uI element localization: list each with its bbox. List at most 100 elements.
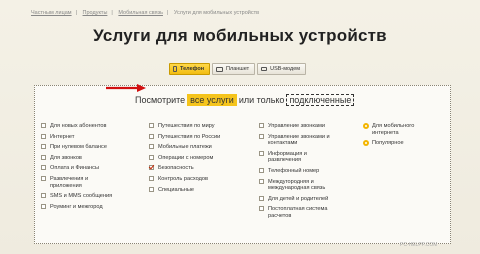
- category-label: Развлечения и приложения: [50, 175, 89, 189]
- breadcrumb-item-private[interactable]: Частным лицам: [31, 10, 72, 16]
- filter-all-services[interactable]: все услуги: [187, 94, 237, 106]
- view-filter: Посмотрите все услуги или только подключ…: [135, 94, 355, 106]
- breadcrumb-item-mobile[interactable]: Мобильная связь: [118, 10, 163, 16]
- checkbox[interactable]: [149, 175, 154, 181]
- checkbox[interactable]: [259, 123, 264, 128]
- checkbox[interactable]: [41, 144, 46, 150]
- category-postpaid[interactable]: Постоплатная система расчетов: [259, 206, 369, 219]
- category-number-operations[interactable]: Операции с номером: [149, 154, 259, 162]
- category-label: Интернет: [50, 133, 75, 140]
- page-background: Частным лицам | Продукты | Мобильная связь…: [0, 0, 480, 254]
- category-popular[interactable]: Популярное: [363, 140, 443, 147]
- category-special[interactable]: Специальные: [149, 186, 259, 194]
- red-arrow-icon: [106, 84, 146, 92]
- category-label: Безопасность: [158, 165, 194, 172]
- checkbox[interactable]: [259, 167, 264, 173]
- usb-modem-icon: [261, 67, 268, 71]
- category-travel-world[interactable]: Путешествия по миру: [149, 123, 259, 130]
- checkbox[interactable]: [41, 203, 46, 209]
- page-title: Услуги для мобильных устройств: [93, 26, 387, 45]
- tab-tablet-label: Планшет: [226, 66, 250, 72]
- checkbox-checked[interactable]: [149, 165, 154, 171]
- services-filter-panel: Посмотрите все услуги или только подключ…: [34, 85, 451, 244]
- checkbox[interactable]: [149, 144, 154, 150]
- watermark: PC-HELPP.COM: [400, 242, 438, 248]
- star-badge-icon: [363, 123, 369, 129]
- category-label: Постоплатная система расчетов: [268, 206, 328, 219]
- category-label: Оплата и Финансы: [50, 165, 99, 172]
- checkbox[interactable]: [259, 195, 264, 201]
- checkbox[interactable]: [41, 175, 46, 181]
- category-travel-russia[interactable]: Путешествия по России: [149, 133, 259, 141]
- breadcrumb: Частным лицам | Продукты | Мобильная связь…: [31, 10, 260, 16]
- checkbox[interactable]: [259, 206, 264, 212]
- tab-usb-modem[interactable]: USB-модем: [257, 63, 307, 75]
- category-mobile-internet[interactable]: Для мобильного интернета: [363, 123, 443, 136]
- tab-phone[interactable]: Телефон: [169, 63, 211, 75]
- breadcrumb-item-current: Услуги для мобильных устройств: [173, 10, 260, 16]
- checkbox[interactable]: [149, 154, 154, 160]
- category-label: SMS и MMS сообщения: [50, 193, 113, 200]
- checkbox[interactable]: [41, 123, 46, 128]
- checkbox[interactable]: [149, 133, 154, 139]
- checkbox[interactable]: [41, 133, 46, 139]
- category-entertainment-apps[interactable]: Развлечения и приложения: [41, 175, 141, 189]
- star-badge-icon: [363, 140, 369, 147]
- category-label: Роуминг и межгород: [50, 203, 103, 210]
- checkbox[interactable]: [259, 178, 264, 184]
- category-zero-balance[interactable]: При нулевом балансе: [41, 144, 141, 151]
- tab-usb-modem-label: USB-модем: [270, 66, 301, 72]
- category-label: Путешествия по России: [158, 133, 221, 140]
- category-label: При нулевом балансе: [50, 144, 107, 151]
- category-label: Мобильные платежи: [158, 144, 212, 151]
- checkbox[interactable]: [41, 165, 46, 171]
- filter-middle: или только: [238, 95, 285, 105]
- category-calls[interactable]: Для звонков: [41, 154, 141, 162]
- category-payments-finance[interactable]: Оплата и Финансы: [41, 165, 141, 172]
- filter-prefix: Посмотрите: [135, 95, 186, 105]
- category-label: Контроль расходов: [158, 175, 208, 182]
- category-calls-contacts[interactable]: Управление звонками и контактами: [259, 133, 369, 147]
- category-label: Управление звонками и контактами: [268, 133, 330, 147]
- category-call-management[interactable]: Управление звонками: [259, 123, 369, 130]
- category-column-2: Путешествия по миру Путешествия по Росси…: [149, 123, 259, 197]
- phone-icon: [173, 66, 177, 72]
- category-column-4: Для мобильного интернета Популярное: [363, 123, 443, 151]
- category-label: Управление звонками: [268, 123, 325, 129]
- category-info-entertainment[interactable]: Информация и развлечения: [259, 150, 369, 164]
- category-expense-control[interactable]: Контроль расходов: [149, 175, 259, 183]
- breadcrumb-item-products[interactable]: Продукты: [83, 10, 108, 16]
- checkbox[interactable]: [259, 150, 264, 156]
- checkbox[interactable]: [149, 123, 154, 128]
- category-label: Для звонков: [50, 154, 82, 161]
- category-label: Популярное: [372, 140, 404, 147]
- tab-tablet[interactable]: Планшет: [212, 63, 256, 75]
- category-label: Путешествия по миру: [158, 123, 215, 129]
- checkbox[interactable]: [41, 193, 46, 199]
- category-label: Специальные: [158, 186, 195, 193]
- category-label: Информация и развлечения: [268, 150, 307, 164]
- category-internet[interactable]: Интернет: [41, 133, 141, 141]
- category-phone-number[interactable]: Телефонный номер: [259, 167, 369, 175]
- tablet-icon: [216, 66, 224, 72]
- category-label: Междугородняя и международная связь: [268, 178, 326, 192]
- category-long-distance[interactable]: Междугородняя и международная связь: [259, 178, 369, 192]
- category-security[interactable]: Безопасность: [149, 165, 259, 172]
- category-label: Телефонный номер: [268, 167, 320, 174]
- category-kids-parents[interactable]: Для детей и родителей: [259, 195, 369, 203]
- tab-phone-label: Телефон: [180, 66, 205, 72]
- category-label: Для детей и родителей: [268, 195, 329, 202]
- category-roaming[interactable]: Роуминг и межгород: [41, 203, 141, 211]
- category-label: Для новых абонентов: [50, 123, 107, 129]
- category-sms-mms[interactable]: SMS и MMS сообщения: [41, 193, 141, 200]
- checkbox[interactable]: [149, 186, 154, 192]
- category-new-subscribers[interactable]: Для новых абонентов: [41, 123, 141, 130]
- checkbox[interactable]: [41, 154, 46, 160]
- category-mobile-payments[interactable]: Мобильные платежи: [149, 144, 259, 151]
- category-column-1: Для новых абонентов Интернет При нулевом…: [41, 123, 141, 214]
- category-label: Для мобильного интернета: [372, 123, 415, 136]
- checkbox[interactable]: [259, 133, 264, 139]
- device-tabs: Телефон Планшет USB-модем: [169, 63, 308, 75]
- category-column-3: Управление звонками Управление звонками …: [259, 123, 369, 224]
- filter-connected[interactable]: подключенные: [286, 94, 355, 106]
